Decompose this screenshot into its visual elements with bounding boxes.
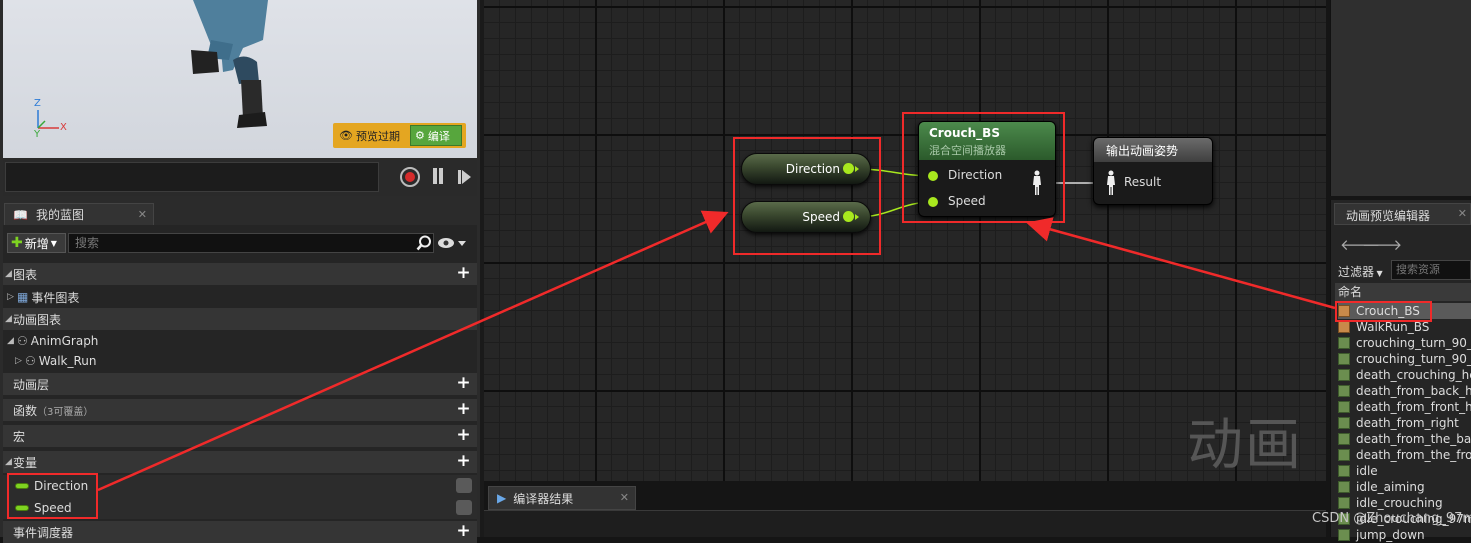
arrow-to-getters [97,210,729,492]
annotation-arrows [97,210,1336,492]
arrow-to-blend-space [1026,217,1336,310]
